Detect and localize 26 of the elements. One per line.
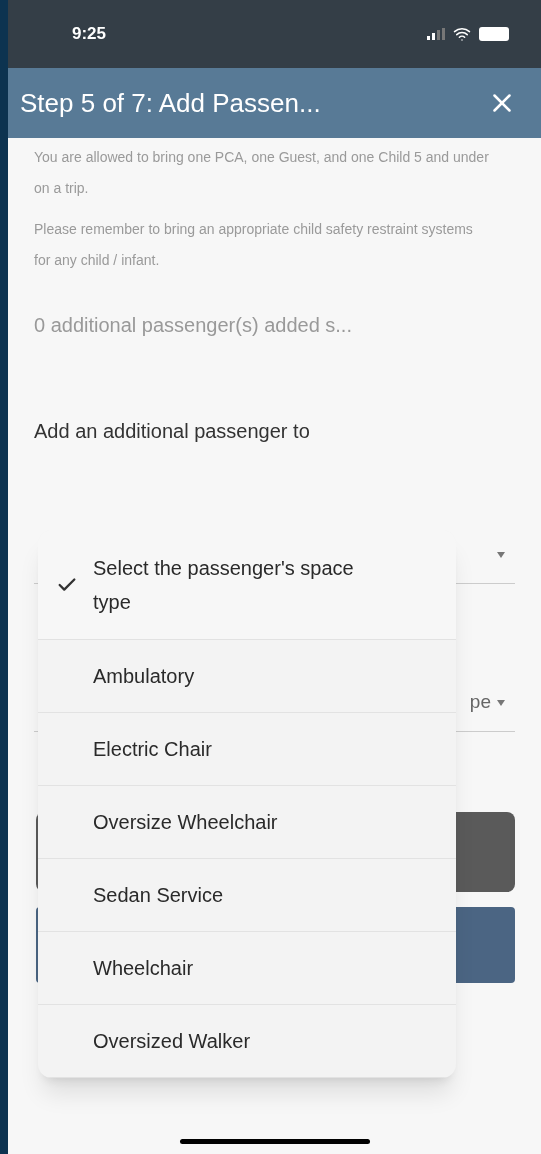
battery-icon <box>479 27 509 41</box>
menu-option[interactable]: Select the passenger's space type <box>38 530 456 640</box>
summary-text: 0 additional passenger(s) added s... <box>34 313 353 338</box>
menu-option[interactable]: Oversize Wheelchair <box>38 786 456 859</box>
menu-option[interactable]: Oversized Walker <box>38 1005 456 1078</box>
notice-text: Please remember to bring an appropriate child safety restraint systems for any child / infant. <box>34 220 474 270</box>
notice-text: You are allowed to bring one PCA, one Guest, and one Child 5 and under on a trip. <box>34 148 489 198</box>
option-label: Electric Chair <box>93 737 212 762</box>
section-title: Add an additional passenger to <box>34 419 311 444</box>
field-value: pe <box>469 690 491 715</box>
menu-option[interactable]: Electric Chair <box>38 713 456 786</box>
menu-option[interactable]: Sedan Service <box>38 859 456 932</box>
status-time: 9:25 <box>72 23 107 46</box>
option-label: Wheelchair <box>93 956 194 981</box>
header-title: Step 5 of 7: Add Passen... <box>20 86 321 120</box>
menu-option[interactable]: Ambulatory <box>38 640 456 713</box>
option-label: Oversize Wheelchair <box>93 810 278 835</box>
option-label: Oversized Walker <box>93 1029 251 1054</box>
menu-option[interactable]: Wheelchair <box>38 932 456 1005</box>
signal-icon <box>427 28 445 40</box>
wifi-icon <box>453 25 471 43</box>
caret-icon <box>497 551 505 558</box>
option-label: Sedan Service <box>93 883 224 908</box>
option-label: Ambulatory <box>93 664 195 689</box>
option-label: Select the passenger's space type <box>93 555 355 615</box>
caret-icon <box>497 699 505 706</box>
